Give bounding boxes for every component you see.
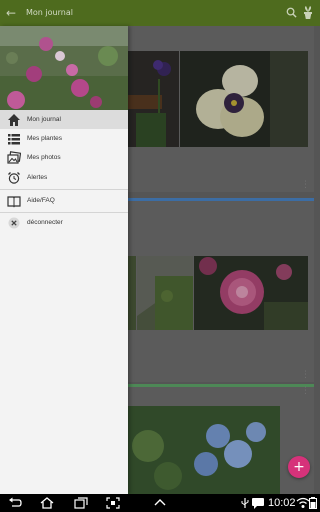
- drawer-item-label: Aide/FAQ: [27, 197, 55, 204]
- screenshot-icon[interactable]: [106, 497, 120, 509]
- home-nav-icon[interactable]: [40, 497, 54, 509]
- drawer-item-deconnecter[interactable]: déconnecter: [0, 213, 128, 232]
- photos-icon: [7, 150, 21, 164]
- book-icon: [7, 195, 21, 208]
- drawer-item-mes-plantes[interactable]: Mes plantes: [0, 129, 128, 148]
- back-arrow-icon[interactable]: ←: [6, 6, 16, 20]
- drawer-item-label: Mes plantes: [27, 135, 63, 142]
- drawer-item-label: Mes photos: [27, 154, 61, 161]
- screen: ⋮ ⋮ ⋮ ← Mon journal Mon journal Mes plan…: [0, 0, 320, 512]
- message-icon: [252, 498, 264, 509]
- app-title: Mon journal: [26, 8, 73, 17]
- drawer-item-label: Mon journal: [27, 116, 61, 123]
- drawer-item-mes-photos[interactable]: Mes photos: [0, 148, 128, 167]
- drawer-item-mon-journal[interactable]: Mon journal: [0, 110, 128, 129]
- app-bar: ← Mon journal: [0, 0, 320, 26]
- search-icon[interactable]: [286, 7, 297, 18]
- plant-pot-icon[interactable]: [302, 6, 314, 19]
- system-nav-bar: 10:02: [0, 494, 320, 512]
- drawer-header-image: [0, 26, 128, 110]
- drawer-item-aide-faq[interactable]: Aide/FAQ: [0, 191, 128, 210]
- drawer-item-label: Alertes: [27, 174, 48, 181]
- add-entry-fab[interactable]: +: [288, 456, 310, 478]
- navigation-drawer: Mon journal Mes plantes Mes photos Alert…: [0, 26, 128, 494]
- home-icon: [8, 113, 20, 126]
- status-clock: 10:02: [268, 497, 296, 509]
- alarm-clock-icon: [8, 171, 20, 184]
- usb-icon: [241, 498, 249, 508]
- close-circle-icon: [8, 217, 20, 228]
- back-nav-icon[interactable]: [8, 497, 22, 509]
- list-icon: [8, 133, 20, 144]
- drawer-item-label: déconnecter: [27, 219, 63, 226]
- chevron-up-icon[interactable]: [153, 497, 167, 509]
- drawer-item-alertes[interactable]: Alertes: [0, 168, 128, 187]
- battery-icon: [309, 497, 317, 509]
- drawer-divider: [0, 189, 128, 190]
- recent-apps-icon[interactable]: [74, 497, 88, 509]
